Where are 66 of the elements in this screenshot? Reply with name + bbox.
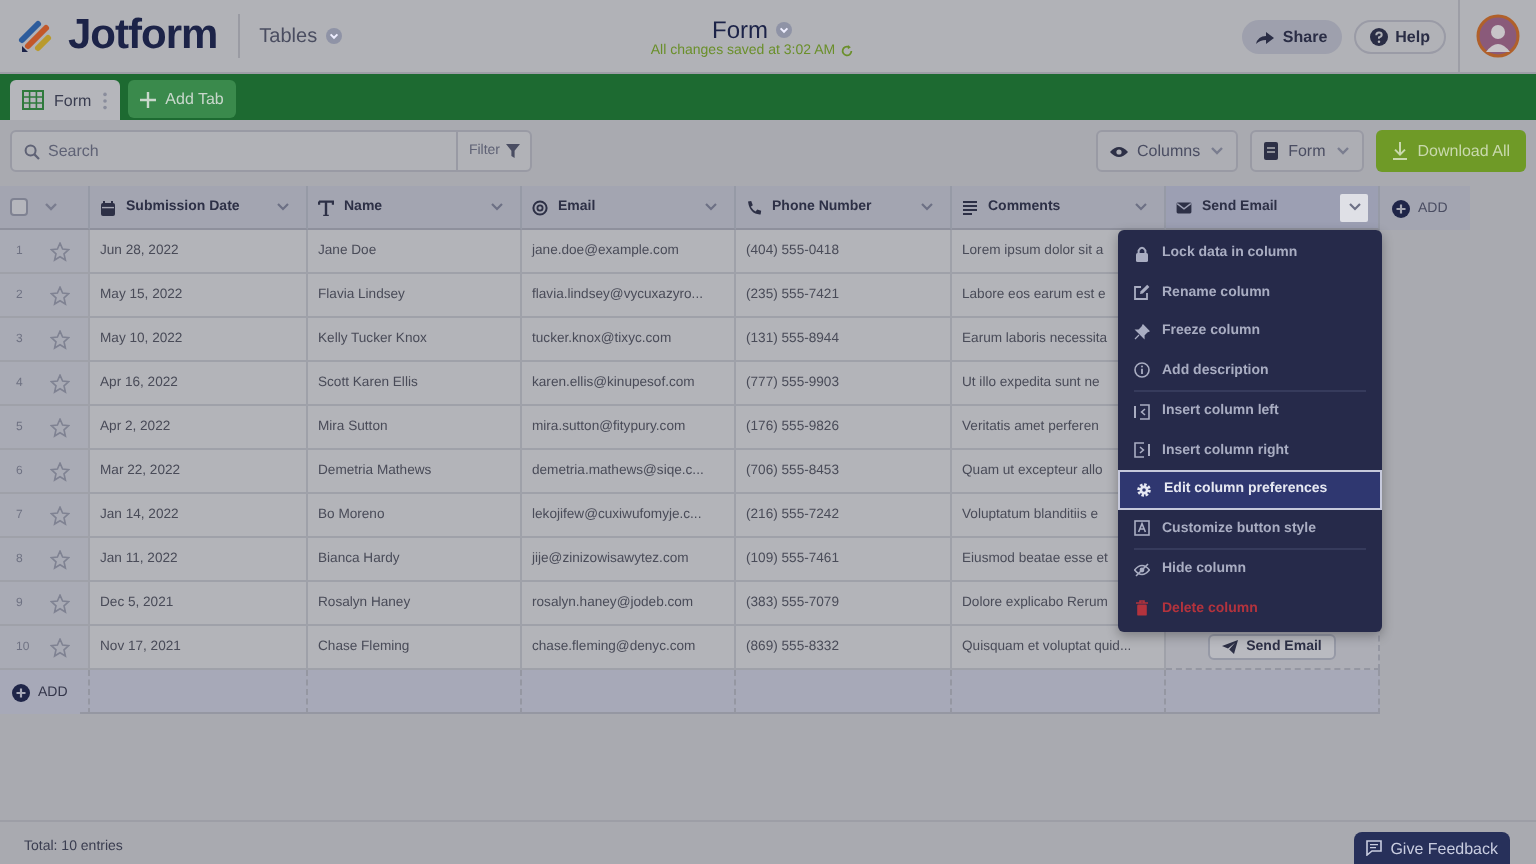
feedback-button[interactable]: Give Feedback <box>1354 832 1510 864</box>
star-icon[interactable] <box>50 241 70 261</box>
star-icon[interactable] <box>50 373 70 393</box>
phone-icon <box>746 199 762 215</box>
star-icon[interactable] <box>50 505 70 525</box>
chevron-down-icon <box>703 202 717 212</box>
filter-icon <box>506 144 520 158</box>
chevron-down-icon <box>1347 202 1361 212</box>
app-switcher[interactable]: Tables <box>259 25 318 47</box>
trash-icon <box>1134 600 1150 617</box>
envelope-icon <box>1176 199 1192 215</box>
info-icon <box>1134 362 1150 379</box>
star-icon[interactable] <box>50 329 70 349</box>
chevron-down-icon <box>1335 146 1350 156</box>
chevron-down-icon <box>1133 202 1147 212</box>
eye-slash-icon <box>1134 561 1150 578</box>
lock-icon <box>1134 245 1150 262</box>
pencil-square-icon <box>1134 284 1150 301</box>
help-button[interactable]: Help <box>1353 19 1446 53</box>
form-title[interactable]: Form <box>712 15 768 43</box>
text-icon <box>318 199 334 215</box>
at-sign-icon <box>532 199 548 215</box>
columns-button[interactable]: Columns <box>1095 130 1239 172</box>
form-icon <box>1264 142 1279 160</box>
star-icon[interactable] <box>50 637 70 657</box>
calendar-icon <box>100 199 116 215</box>
logo-icon <box>16 16 56 56</box>
chevron-down-icon <box>275 202 289 212</box>
plus-icon <box>139 91 156 107</box>
insert-right-icon <box>1134 442 1150 459</box>
letter-square-icon <box>1134 520 1150 537</box>
arrow-icon <box>1256 29 1275 43</box>
chat-icon <box>1366 840 1383 856</box>
select-all-checkbox[interactable] <box>10 198 28 216</box>
more-icon <box>101 91 108 109</box>
tab[interactable]: Add Tab <box>127 80 236 118</box>
star-icon[interactable] <box>50 593 70 613</box>
chevron-down-icon <box>1210 146 1225 156</box>
grid-icon <box>22 90 44 110</box>
download-icon <box>1391 142 1408 160</box>
pin-icon <box>1134 323 1150 340</box>
settings-icon <box>1136 481 1152 498</box>
chevron-down-icon <box>44 202 58 212</box>
plus-circle-icon <box>1392 199 1410 217</box>
help-icon <box>1369 27 1388 45</box>
eye-icon <box>1109 145 1127 157</box>
chevron-down-icon <box>919 202 933 212</box>
star-icon[interactable] <box>50 285 70 305</box>
chevron-down-icon <box>776 21 792 37</box>
share-button[interactable]: Share <box>1242 19 1342 53</box>
tab[interactable]: Form <box>10 80 120 120</box>
insert-left-icon <box>1134 403 1150 420</box>
paper-plane-icon <box>1222 640 1239 654</box>
refresh-icon <box>839 43 854 57</box>
avatar-icon[interactable] <box>1476 14 1520 58</box>
search-icon <box>24 143 40 159</box>
star-icon[interactable] <box>50 461 70 481</box>
lines-icon <box>962 199 978 215</box>
star-icon[interactable] <box>50 417 70 437</box>
chevron-down-icon <box>489 202 503 212</box>
plus-circle-icon <box>12 683 30 701</box>
form-button[interactable]: Form <box>1250 130 1364 172</box>
star-icon[interactable] <box>50 549 70 569</box>
chevron-down-icon <box>325 28 342 44</box>
logo-text[interactable]: Jotform <box>68 12 218 60</box>
column-menu-button[interactable] <box>1340 193 1368 221</box>
